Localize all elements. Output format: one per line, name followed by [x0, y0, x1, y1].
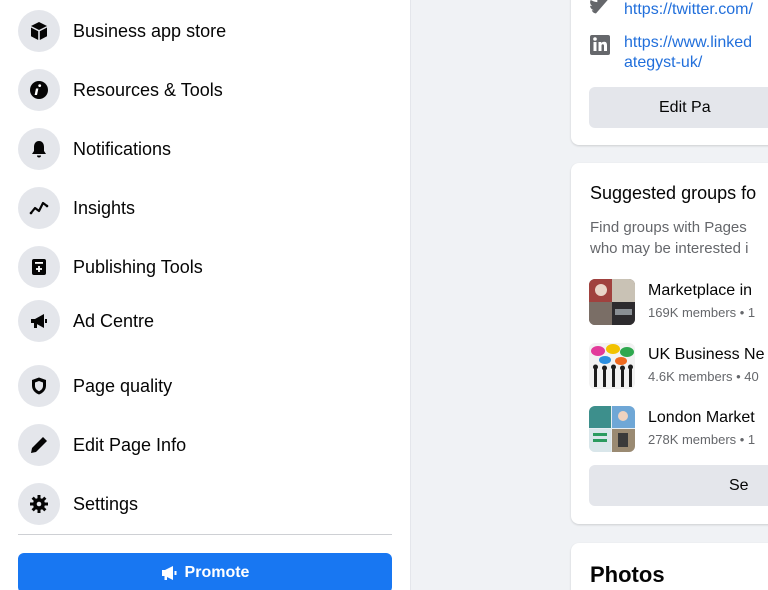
- sidebar-item-ad-centre[interactable]: Ad Centre: [18, 300, 154, 342]
- group-name: Marketplace in: [648, 282, 753, 299]
- promote-button[interactable]: Promote: [18, 553, 392, 590]
- about-card: https://twitter.com/ https://www.linked …: [571, 0, 768, 145]
- sidebar-item-settings[interactable]: Settings: [18, 483, 138, 525]
- sidebar-item-page-quality[interactable]: Page quality: [18, 365, 172, 407]
- sidebar-item-label: Settings: [73, 493, 139, 514]
- sidebar-item-label: Edit Page Info: [73, 434, 187, 455]
- page-management-sidebar: Business app store Resources & Tools Not…: [0, 0, 411, 590]
- see-all-button[interactable]: Se: [589, 465, 768, 506]
- chart-line-icon: [18, 187, 60, 229]
- sidebar-item-resources-tools[interactable]: Resources & Tools: [18, 69, 223, 111]
- photos-card: Photos: [571, 543, 768, 590]
- publishing-icon: [18, 246, 60, 288]
- linkedin-link-row: https://www.linked ategyst-uk/: [589, 33, 752, 73]
- description-line: Find groups with Pages: [590, 219, 747, 236]
- gear-icon: [18, 483, 60, 525]
- suggested-groups-description: Find groups with Pages who may be intere…: [590, 217, 748, 259]
- linkedin-icon: [590, 35, 610, 55]
- sidebar-item-label: Page quality: [73, 375, 173, 396]
- sidebar-item-edit-page-info[interactable]: Edit Page Info: [18, 424, 186, 466]
- see-all-label: Se: [729, 476, 749, 494]
- twitter-icon: [590, 0, 608, 14]
- sidebar-item-label: Insights: [73, 197, 136, 218]
- sidebar-item-label: Ad Centre: [73, 310, 155, 331]
- group-meta: 278K members • 1: [648, 432, 756, 447]
- box-icon: [18, 10, 60, 52]
- suggested-groups-title: Suggested groups fo: [590, 183, 757, 203]
- megaphone-icon: [18, 300, 60, 342]
- shield-icon: [18, 365, 60, 407]
- group-meta: 4.6K members • 40: [648, 369, 759, 384]
- sidebar-divider: [18, 534, 392, 535]
- group-thumbnail: [589, 279, 635, 325]
- edit-page-button[interactable]: Edit Pa: [589, 87, 768, 128]
- group-meta: 169K members • 1: [648, 305, 756, 320]
- linkedin-link-continued[interactable]: ategyst-uk/: [624, 53, 752, 73]
- sidebar-item-label: Publishing Tools: [73, 256, 203, 277]
- photos-title: Photos: [590, 562, 665, 587]
- group-thumbnail: [589, 343, 635, 389]
- sidebar-item-label: Business app store: [73, 20, 227, 41]
- promote-label: Promote: [184, 564, 250, 581]
- twitter-link-row: https://twitter.com/: [589, 0, 753, 22]
- linkedin-link[interactable]: https://www.linked: [624, 33, 752, 53]
- twitter-link[interactable]: https://twitter.com/: [624, 0, 753, 20]
- suggested-groups-card: Suggested groups fo Find groups with Pag…: [571, 163, 768, 524]
- group-name: UK Business Ne: [648, 346, 765, 363]
- group-item[interactable]: UK Business Ne 4.6K members • 40: [589, 343, 765, 389]
- sidebar-item-label: Notifications: [73, 138, 172, 159]
- sidebar-item-label: Resources & Tools: [73, 79, 223, 100]
- bell-icon: [18, 128, 60, 170]
- group-item[interactable]: Marketplace in 169K members • 1: [589, 279, 755, 325]
- description-line: who may be interested i: [590, 240, 749, 257]
- edit-page-label: Edit Pa: [659, 98, 711, 116]
- sidebar-item-insights[interactable]: Insights: [18, 187, 135, 229]
- group-thumbnail: [589, 406, 635, 452]
- sidebar-item-publishing-tools[interactable]: Publishing Tools: [18, 246, 203, 288]
- sidebar-item-business-app-store[interactable]: Business app store: [18, 10, 226, 52]
- megaphone-icon: [161, 566, 177, 580]
- info-icon: [18, 69, 60, 111]
- sidebar-item-notifications[interactable]: Notifications: [18, 128, 171, 170]
- group-name: London Market: [648, 409, 755, 426]
- pencil-icon: [18, 424, 60, 466]
- group-item[interactable]: London Market 278K members • 1: [589, 406, 755, 452]
